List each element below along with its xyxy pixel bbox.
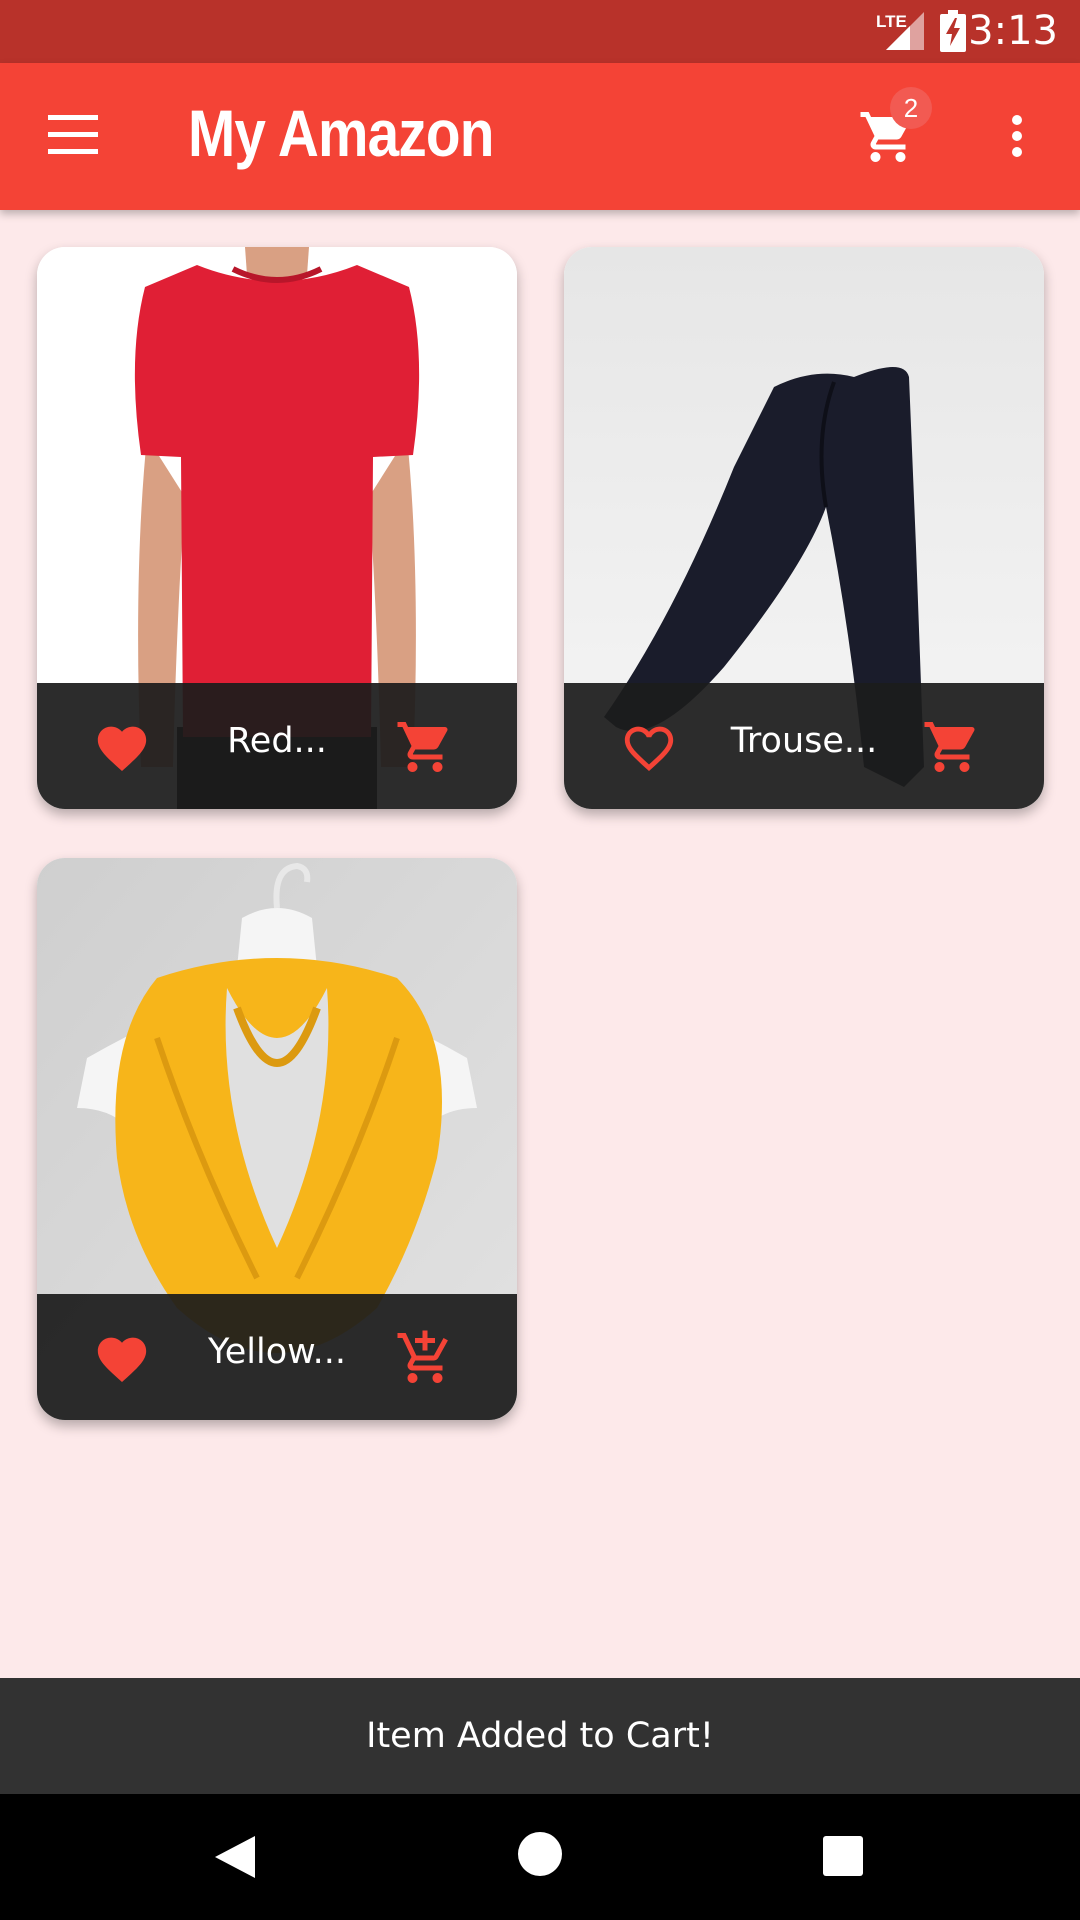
signal-icon (886, 12, 924, 50)
product-bar: Yellow... (37, 1294, 517, 1420)
product-bar: Trouse... (564, 683, 1044, 809)
app-title: My Amazon (188, 96, 494, 170)
product-card-trousers[interactable]: Trouse... (564, 247, 1044, 809)
menu-icon[interactable] (48, 115, 98, 155)
product-name: Red... (227, 721, 327, 761)
more-options-icon[interactable] (1007, 115, 1027, 165)
heart-outline-icon[interactable] (620, 719, 678, 773)
battery-charging-icon (940, 10, 966, 52)
heart-filled-icon[interactable] (93, 1330, 151, 1384)
cart-count-badge: 2 (890, 87, 932, 129)
recent-apps-icon[interactable] (823, 1836, 863, 1876)
product-name: Yellow... (208, 1332, 346, 1372)
cart-icon[interactable] (395, 717, 455, 777)
product-name: Trouse... (730, 721, 878, 761)
home-icon[interactable] (518, 1832, 562, 1876)
status-bar: LTE 3:13 (0, 0, 1080, 63)
system-nav-bar (0, 1794, 1080, 1920)
clock: 3:13 (968, 8, 1058, 54)
snackbar-message: Item Added to Cart! (0, 1678, 1080, 1794)
product-bar: Red... (37, 683, 517, 809)
product-card-yellow-scarf[interactable]: Yellow... (37, 858, 517, 1420)
add-to-cart-icon[interactable] (395, 1328, 455, 1388)
heart-filled-icon[interactable] (93, 719, 151, 773)
back-icon[interactable] (213, 1834, 257, 1880)
cart-icon[interactable] (922, 717, 982, 777)
app-bar: My Amazon 2 (0, 63, 1080, 210)
product-card-red-shirt[interactable]: Red... (37, 247, 517, 809)
